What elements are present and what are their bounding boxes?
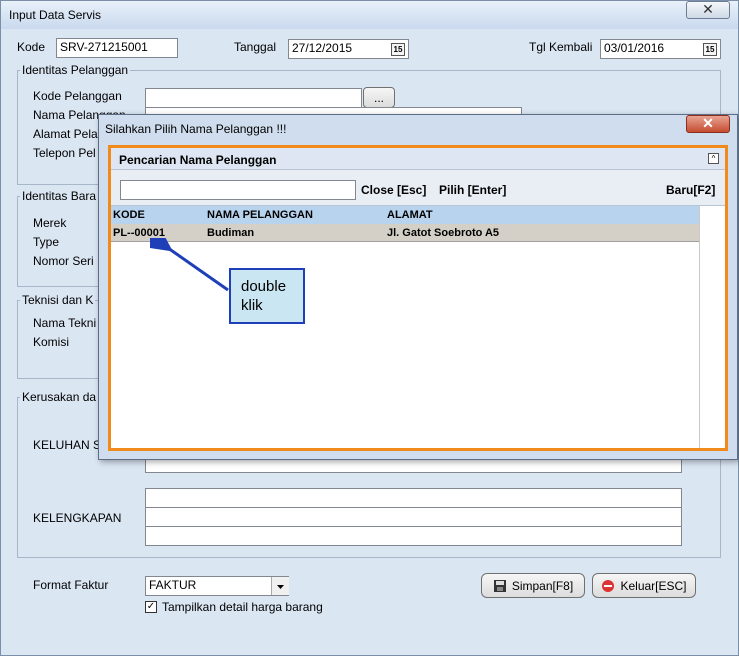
tanggal-label: Tanggal: [234, 40, 277, 54]
telepon-pelanggan-label: Telepon Pel: [33, 146, 96, 160]
kode-pelanggan-field[interactable]: [145, 88, 362, 108]
kelengkapan-label: KELENGKAPAN: [33, 511, 122, 525]
kode-pelanggan-label: Kode Pelanggan: [33, 89, 122, 103]
annotation-callout: double klik: [229, 268, 305, 324]
kelengkapan-row[interactable]: [145, 526, 682, 546]
chevron-down-icon: [277, 585, 284, 589]
detail-harga-checkbox[interactable]: ✓: [145, 601, 157, 613]
window-close-button[interactable]: ✕: [686, 1, 730, 19]
tgl-kembali-value: 03/01/2016: [604, 41, 665, 55]
identitas-barang-legend: Identitas Bara: [22, 189, 97, 203]
annotation-arrow-icon: [150, 238, 229, 292]
search-input[interactable]: [120, 180, 356, 200]
grid-header: KODE NAMA PELANGGAN ALAMAT: [111, 206, 699, 224]
teknisi-legend: Teknisi dan K: [22, 293, 94, 307]
close-esc-button[interactable]: Close [Esc]: [361, 183, 426, 197]
tgl-kembali-calendar-icon[interactable]: 15: [703, 43, 717, 56]
dialog-close-button[interactable]: ✕: [686, 115, 730, 133]
format-faktur-label: Format Faktur: [33, 578, 109, 592]
format-faktur-value: FAKTUR: [149, 578, 197, 592]
kode-label: Kode: [17, 40, 46, 54]
format-faktur-select[interactable]: FAKTUR: [145, 576, 289, 596]
dialog-title: Silahkan Pilih Nama Pelanggan !!!: [105, 122, 287, 136]
pencarian-panel: Pencarian Nama Pelanggan ^ Close [Esc] P…: [108, 145, 728, 451]
nomor-seri-label: Nomor Seri: [33, 254, 94, 268]
column-header-kode[interactable]: KODE: [113, 209, 145, 221]
save-icon: [493, 579, 506, 592]
tanggal-value: 27/12/2015: [292, 41, 353, 55]
alamat-pelanggan-label: Alamat Pela: [33, 127, 98, 141]
baru-f2-button[interactable]: Baru[F2]: [666, 183, 715, 197]
column-header-nama[interactable]: NAMA PELANGGAN: [207, 209, 313, 221]
type-label: Type: [33, 235, 60, 249]
keluar-label: Keluar[ESC]: [620, 578, 687, 593]
panel-title: Pencarian Nama Pelanggan: [119, 153, 277, 167]
identitas-pelanggan-legend: Identitas Pelanggan: [22, 63, 129, 77]
stop-icon: [602, 579, 615, 592]
annotation-line-1: double: [241, 278, 287, 295]
main-titlebar[interactable]: Input Data Servis ✕: [1, 1, 738, 29]
keluhan-label: KELUHAN SI: [33, 438, 105, 452]
pilih-enter-button[interactable]: Pilih [Enter]: [439, 183, 506, 197]
simpan-button[interactable]: Simpan[F8]: [481, 573, 585, 598]
kode-field[interactable]: SRV-271215001: [56, 38, 178, 58]
window-title: Input Data Servis: [9, 8, 102, 22]
komisi-label: Komisi: [33, 335, 70, 349]
kelengkapan-row[interactable]: [145, 488, 682, 508]
keluar-button[interactable]: Keluar[ESC]: [592, 573, 696, 598]
browse-pelanggan-button[interactable]: ...: [363, 87, 395, 108]
detail-harga-label: Tampilkan detail harga barang: [162, 600, 323, 614]
annotation-line-2: klik: [241, 297, 263, 314]
kelengkapan-row[interactable]: [145, 507, 682, 527]
simpan-label: Simpan[F8]: [511, 578, 574, 593]
collapse-icon[interactable]: ^: [708, 153, 719, 164]
tgl-kembali-label: Tgl Kembali: [529, 40, 593, 54]
cell-alamat: Jl. Gatot Soebroto A5: [387, 227, 500, 239]
search-toolbar: Close [Esc] Pilih [Enter] Baru[F2]: [111, 170, 725, 206]
format-faktur-dropdown[interactable]: [271, 577, 289, 595]
nama-teknisi-label: Nama Tekni: [33, 316, 97, 330]
tanggal-calendar-icon[interactable]: 15: [391, 43, 405, 56]
column-header-alamat[interactable]: ALAMAT: [387, 209, 433, 221]
grid-divider: [699, 206, 700, 448]
panel-header: Pencarian Nama Pelanggan ^: [111, 148, 725, 170]
kerusakan-legend: Kerusakan da: [22, 390, 97, 404]
merek-label: Merek: [33, 216, 67, 230]
